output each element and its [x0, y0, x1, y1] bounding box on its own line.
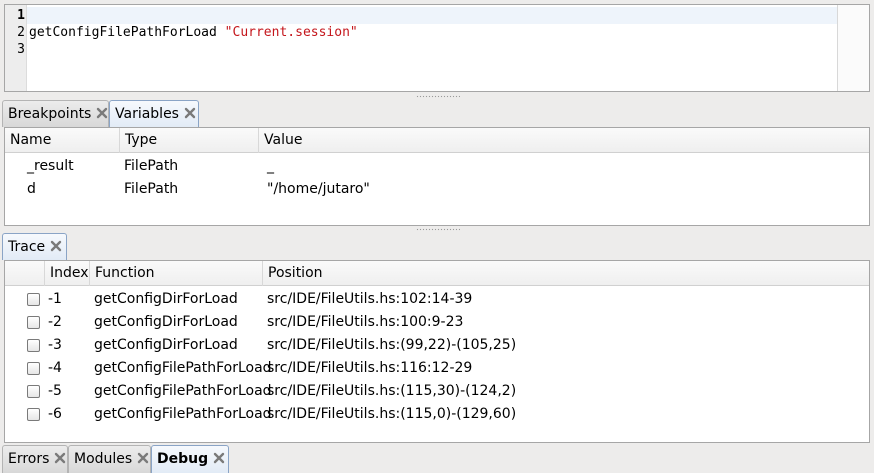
close-icon[interactable]	[136, 451, 150, 465]
line-number-gutter: 1 2 3	[5, 5, 27, 91]
code-string-literal: "Current.session"	[224, 25, 358, 40]
trace-index: -6	[48, 406, 62, 422]
trace-function: getConfigDirForLoad	[94, 314, 238, 330]
trace-index: -3	[48, 337, 62, 353]
code-area[interactable]: getConfigFilePathForLoad "Current.sessio…	[27, 5, 837, 91]
bottom-tab-bar: Errors Modules Debug	[0, 445, 874, 473]
tab-label: Trace	[8, 239, 46, 255]
trace-panel: Index Function Position -1 getConfigDirF…	[4, 260, 870, 443]
code-line-2: getConfigFilePathForLoad "Current.sessio…	[29, 24, 358, 41]
trace-function: getConfigFilePathForLoad	[94, 383, 272, 399]
trace-position: src/IDE/FileUtils.hs:(99,22)-(105,25)	[267, 337, 517, 353]
tab-errors[interactable]: Errors	[2, 445, 68, 473]
trace-index: -4	[48, 360, 62, 376]
variable-type: FilePath	[124, 181, 179, 197]
tab-label: Variables	[115, 106, 179, 122]
source-editor[interactable]: 1 2 3 getConfigFilePathForLoad "Current.…	[4, 4, 870, 92]
column-header-name[interactable]: Name	[5, 128, 120, 153]
trace-position: src/IDE/FileUtils.hs:116:12-29	[267, 360, 473, 376]
trace-position: src/IDE/FileUtils.hs:100:9-23	[267, 314, 464, 330]
trace-row-checkbox[interactable]	[27, 316, 40, 329]
tab-debug[interactable]: Debug	[151, 445, 229, 473]
line-number: 1	[17, 8, 25, 23]
tab-variables[interactable]: Variables	[109, 100, 199, 127]
variables-header: Name Type Value	[5, 128, 869, 153]
tab-label: Errors	[8, 451, 50, 467]
tab-trace[interactable]: Trace	[2, 233, 67, 260]
trace-row-checkbox[interactable]	[27, 362, 40, 375]
editor-scrollbar[interactable]	[837, 5, 869, 91]
column-header-type[interactable]: Type	[120, 128, 259, 153]
trace-position: src/IDE/FileUtils.hs:102:14-39	[267, 291, 473, 307]
trace-row-checkbox[interactable]	[27, 408, 40, 421]
column-header-function[interactable]: Function	[90, 261, 263, 286]
trace-function: getConfigFilePathForLoad	[94, 406, 272, 422]
close-icon[interactable]	[53, 451, 67, 465]
variables-panel: Name Type Value _result FilePath _ d Fil…	[4, 127, 870, 226]
variable-value: "/home/jutaro"	[267, 181, 370, 197]
close-icon[interactable]	[212, 451, 226, 465]
trace-function: getConfigFilePathForLoad	[94, 360, 272, 376]
column-header-checkbox[interactable]	[5, 261, 45, 286]
trace-tab-bar: Trace	[0, 233, 874, 260]
code-function-name: getConfigFilePathForLoad	[29, 25, 217, 40]
tab-label: Breakpoints	[8, 106, 92, 122]
pane-resize-handle[interactable]	[416, 95, 460, 98]
trace-position: src/IDE/FileUtils.hs:(115,30)-(124,2)	[267, 383, 517, 399]
variable-type: FilePath	[124, 158, 179, 174]
trace-index: -5	[48, 383, 62, 399]
trace-position: src/IDE/FileUtils.hs:(115,0)-(129,60)	[267, 406, 517, 422]
trace-row-checkbox[interactable]	[27, 385, 40, 398]
trace-row-checkbox[interactable]	[27, 293, 40, 306]
tab-breakpoints[interactable]: Breakpoints	[2, 100, 109, 127]
trace-index: -1	[48, 291, 62, 307]
trace-index: -2	[48, 314, 62, 330]
top-tab-bar: Breakpoints Variables	[0, 100, 874, 127]
close-icon[interactable]	[95, 106, 109, 120]
column-header-value[interactable]: Value	[259, 128, 869, 153]
variable-name: d	[27, 181, 36, 197]
pane-resize-handle[interactable]	[416, 228, 460, 231]
variable-value: _	[267, 158, 274, 174]
trace-function: getConfigDirForLoad	[94, 291, 238, 307]
trace-function: getConfigDirForLoad	[94, 337, 238, 353]
trace-row-checkbox[interactable]	[27, 339, 40, 352]
column-header-position[interactable]: Position	[263, 261, 869, 286]
close-icon[interactable]	[49, 239, 63, 253]
tab-label: Modules	[74, 451, 133, 467]
line-number: 2	[17, 25, 25, 40]
close-icon[interactable]	[183, 106, 197, 120]
trace-header: Index Function Position	[5, 261, 869, 286]
line-number: 3	[17, 42, 25, 57]
variable-name: _result	[27, 158, 74, 174]
tab-modules[interactable]: Modules	[68, 445, 151, 473]
tab-label: Debug	[157, 451, 209, 467]
column-header-index[interactable]: Index	[45, 261, 90, 286]
